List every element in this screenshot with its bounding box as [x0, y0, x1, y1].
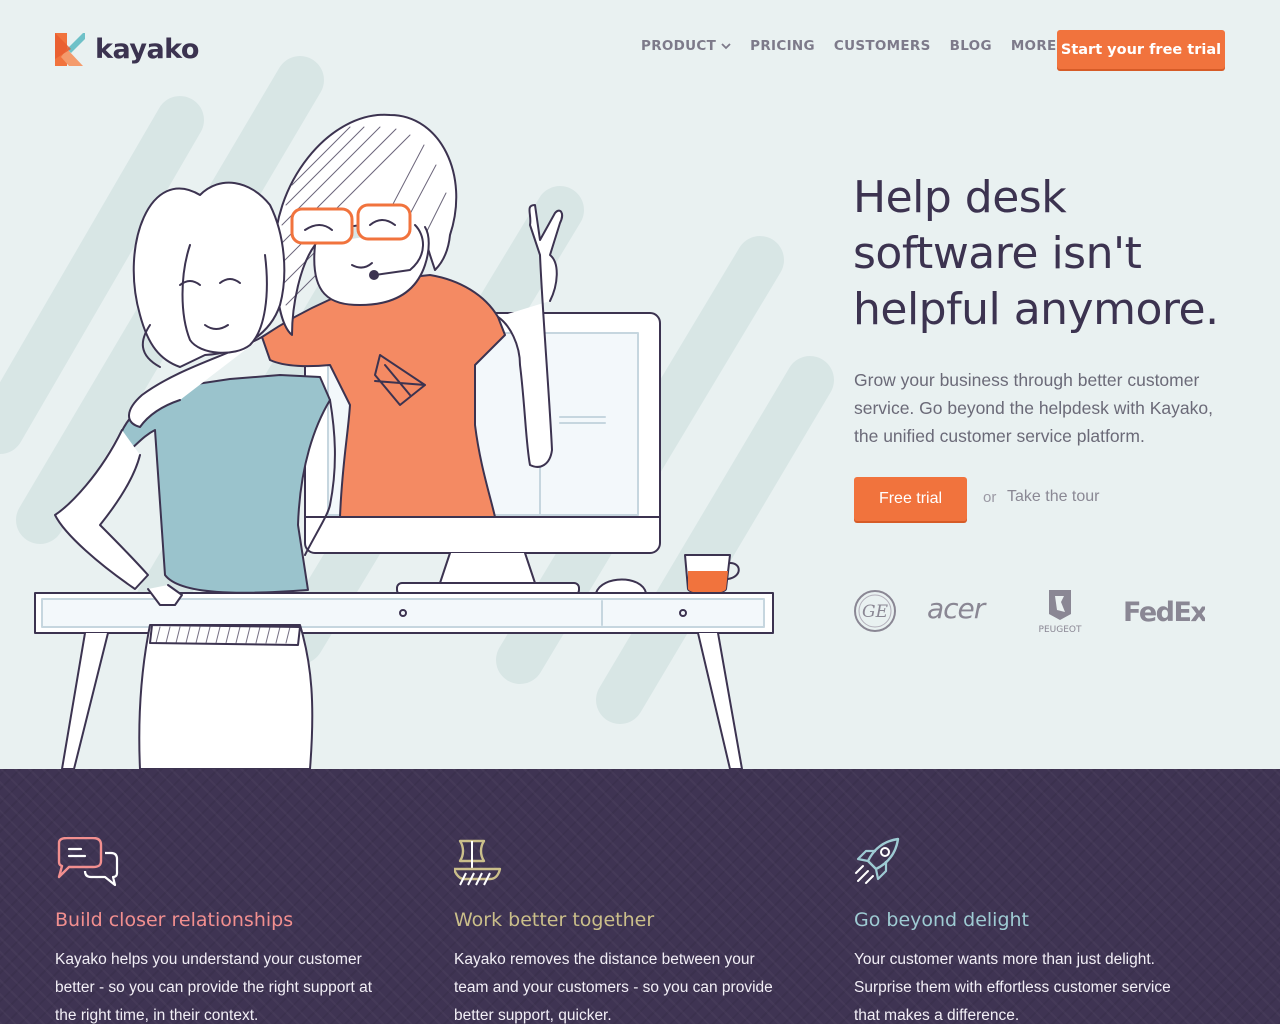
free-trial-button[interactable]: Free trial: [854, 477, 967, 521]
nav-blog[interactable]: BLOG: [950, 38, 992, 54]
svg-text:GE: GE: [862, 602, 889, 622]
acer-logo: acer: [927, 594, 988, 625]
start-free-trial-button[interactable]: Start your free trial: [1057, 30, 1225, 69]
nav-blog-label: BLOG: [949, 38, 992, 54]
fedex-logo: FedEx: [1123, 597, 1205, 627]
nav-more-label: MORE: [1010, 38, 1057, 54]
feature-delight-text: Your customer wants more than just delig…: [854, 951, 1171, 1024]
nav-customers[interactable]: CUSTOMERS: [834, 38, 931, 54]
feature-relationships-title: Build closer relationships: [55, 909, 294, 931]
two-women-at-desk-illustration: [34, 113, 774, 769]
nav-pricing[interactable]: PRICING: [750, 38, 815, 54]
nav-customers-label: CUSTOMERS: [833, 38, 931, 54]
feature-together-text: Kayako removes the distance between your…: [454, 951, 773, 1024]
rocket-icon: [855, 837, 900, 884]
svg-text:acer: acer: [927, 594, 987, 625]
hero-headline: Help desk software isn't helpful anymore…: [853, 172, 1219, 335]
nav-pricing-label: PRICING: [750, 38, 815, 54]
features-section: Build closer relationships Kayako helps …: [0, 769, 1280, 1024]
feature-delight-title: Go beyond delight: [854, 909, 1030, 931]
hero-section: kayako PRODUCT PRICING CUSTOMERS BLOG MO…: [0, 0, 1280, 769]
ge-logo: GE: [854, 590, 896, 632]
or-separator: or: [983, 489, 997, 506]
sailboat-icon: [454, 839, 502, 886]
nav-product-label: PRODUCT: [641, 38, 717, 54]
main-nav: PRODUCT PRICING CUSTOMERS BLOG MORE: [641, 38, 1072, 54]
take-the-tour-link[interactable]: Take the tour: [1007, 488, 1100, 506]
nav-product[interactable]: PRODUCT: [641, 38, 731, 54]
kayako-logo[interactable]: kayako: [55, 32, 199, 66]
hero-subtext: Grow your business through better custom…: [854, 370, 1213, 446]
logo-wordmark: kayako: [95, 33, 199, 65]
chevron-down-icon: [721, 43, 731, 50]
feature-relationships-text: Kayako helps you understand your custome…: [55, 951, 373, 1024]
client-logos: GE acer PEUGEOT FedEx: [853, 588, 1213, 636]
svg-text:FedEx: FedEx: [1123, 597, 1205, 627]
chat-bubbles-icon: [57, 837, 119, 887]
kayako-logo-icon: [55, 32, 85, 66]
feature-together-title: Work better together: [454, 909, 655, 931]
peugeot-logo: PEUGEOT: [1039, 590, 1082, 635]
svg-text:PEUGEOT: PEUGEOT: [1039, 625, 1082, 635]
